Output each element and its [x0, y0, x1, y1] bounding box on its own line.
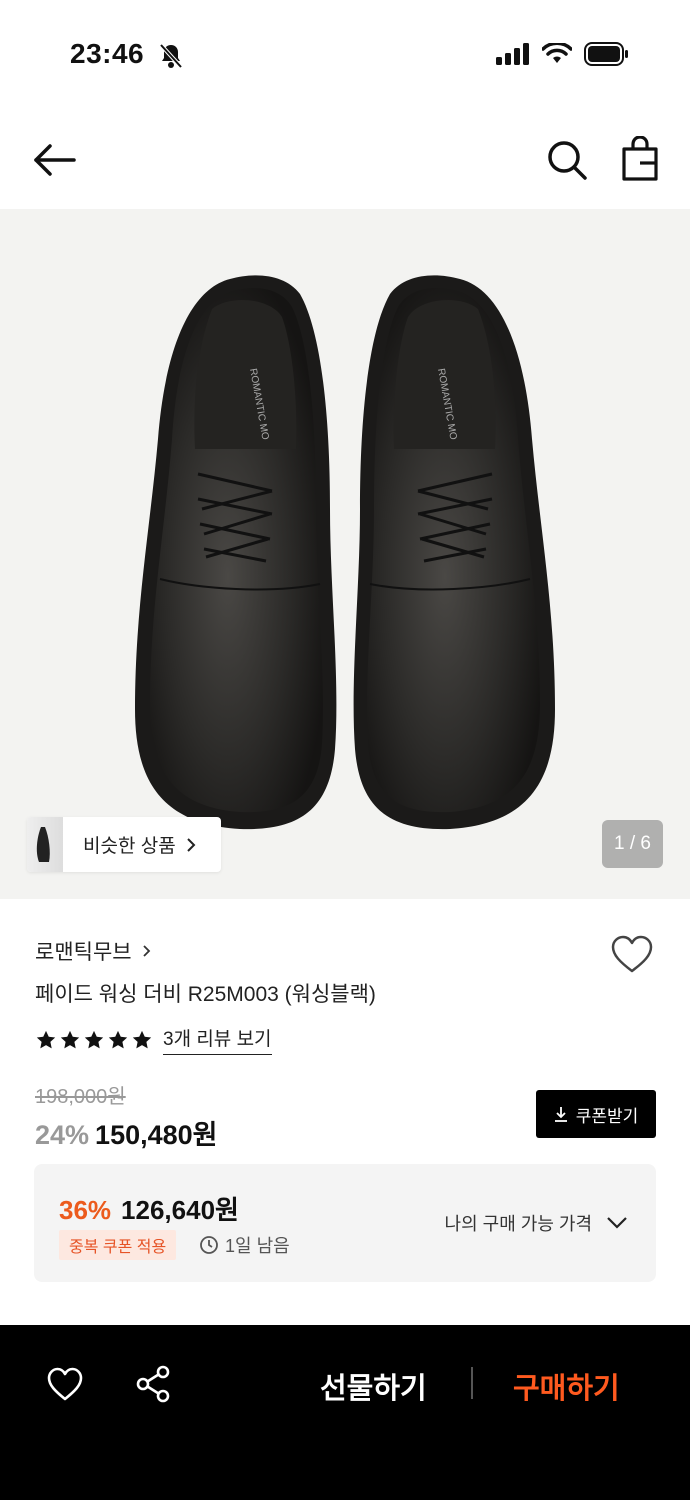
product-image[interactable]: ROMANTIC MO ROMANTIC MO	[0, 209, 690, 899]
get-coupon-label: 쿠폰받기	[575, 1106, 639, 1126]
bottom-action-bar: 선물하기 구매하기	[0, 1325, 690, 1500]
chevron-right-icon	[186, 837, 196, 852]
signal-icon	[496, 43, 529, 65]
battery-icon	[584, 42, 628, 66]
chevron-right-icon	[142, 945, 150, 957]
expire-info: 1일 남음	[199, 1232, 290, 1258]
similar-products-button[interactable]: 비슷한 상품	[27, 817, 221, 872]
product-shoes-image: ROMANTIC MO ROMANTIC MO	[135, 275, 555, 830]
heart-icon[interactable]	[610, 934, 654, 974]
star-icon	[36, 1030, 56, 1048]
heart-icon[interactable]	[46, 1366, 84, 1402]
top-nav	[0, 110, 690, 208]
my-price-toggle-label: 나의 구매 가능 가격	[444, 1214, 592, 1234]
divider	[471, 1367, 473, 1399]
similar-product-thumbnail	[27, 817, 63, 872]
search-icon[interactable]	[545, 138, 589, 182]
status-indicators	[496, 42, 630, 66]
my-price-toggle[interactable]: 나의 구매 가능 가격	[445, 1210, 628, 1236]
my-price: 126,640원	[121, 1195, 239, 1225]
clock-icon	[200, 1236, 218, 1254]
share-icon[interactable]	[135, 1365, 171, 1403]
price-row: 24% 150,480원	[35, 1113, 218, 1152]
wifi-icon	[542, 43, 572, 63]
original-price: 198,000원	[35, 1086, 126, 1108]
star-icon	[108, 1030, 128, 1048]
expire-text: 1일 남음	[225, 1236, 290, 1256]
gift-button[interactable]: 선물하기	[320, 1365, 427, 1407]
brand-link[interactable]: 로맨틱무브	[35, 936, 151, 966]
review-link[interactable]: 3개 리뷰 보기	[163, 1024, 272, 1055]
discount-rate: 24%	[35, 1120, 90, 1150]
download-icon	[554, 1107, 567, 1122]
left-shoe: ROMANTIC MO	[135, 275, 337, 830]
star-rating	[35, 1029, 153, 1051]
status-time: 23:46	[70, 38, 145, 69]
bell-off-icon	[159, 43, 183, 69]
my-discount-rate: 36%	[59, 1195, 112, 1225]
image-page-counter: 1 / 6	[602, 820, 663, 868]
my-price-box[interactable]: 36% 126,640원 중복 쿠폰 적용 1일 남음 나의 구매 가능 가격	[34, 1164, 656, 1282]
rating-row: 3개 리뷰 보기	[35, 1024, 272, 1055]
get-coupon-button[interactable]: 쿠폰받기	[536, 1090, 656, 1138]
right-shoe: ROMANTIC MO	[353, 275, 555, 830]
my-price-row: 36% 126,640원	[59, 1190, 239, 1227]
star-icon	[60, 1030, 80, 1048]
status-bar: 23:46	[0, 0, 690, 110]
star-icon	[84, 1030, 104, 1048]
buy-button[interactable]: 구매하기	[513, 1365, 620, 1407]
similar-products-label: 비슷한 상품	[83, 836, 176, 857]
chevron-down-icon	[607, 1217, 627, 1229]
brand-name: 로맨틱무브	[35, 941, 132, 964]
star-icon	[132, 1030, 152, 1048]
back-arrow-icon[interactable]	[30, 140, 78, 180]
sale-price: 150,480원	[95, 1120, 218, 1150]
duplicate-coupon-badge: 중복 쿠폰 적용	[59, 1230, 177, 1260]
product-title: 페이드 워싱 더비 R25M003 (워싱블랙)	[35, 983, 376, 1006]
shopping-bag-icon[interactable]	[618, 136, 662, 182]
